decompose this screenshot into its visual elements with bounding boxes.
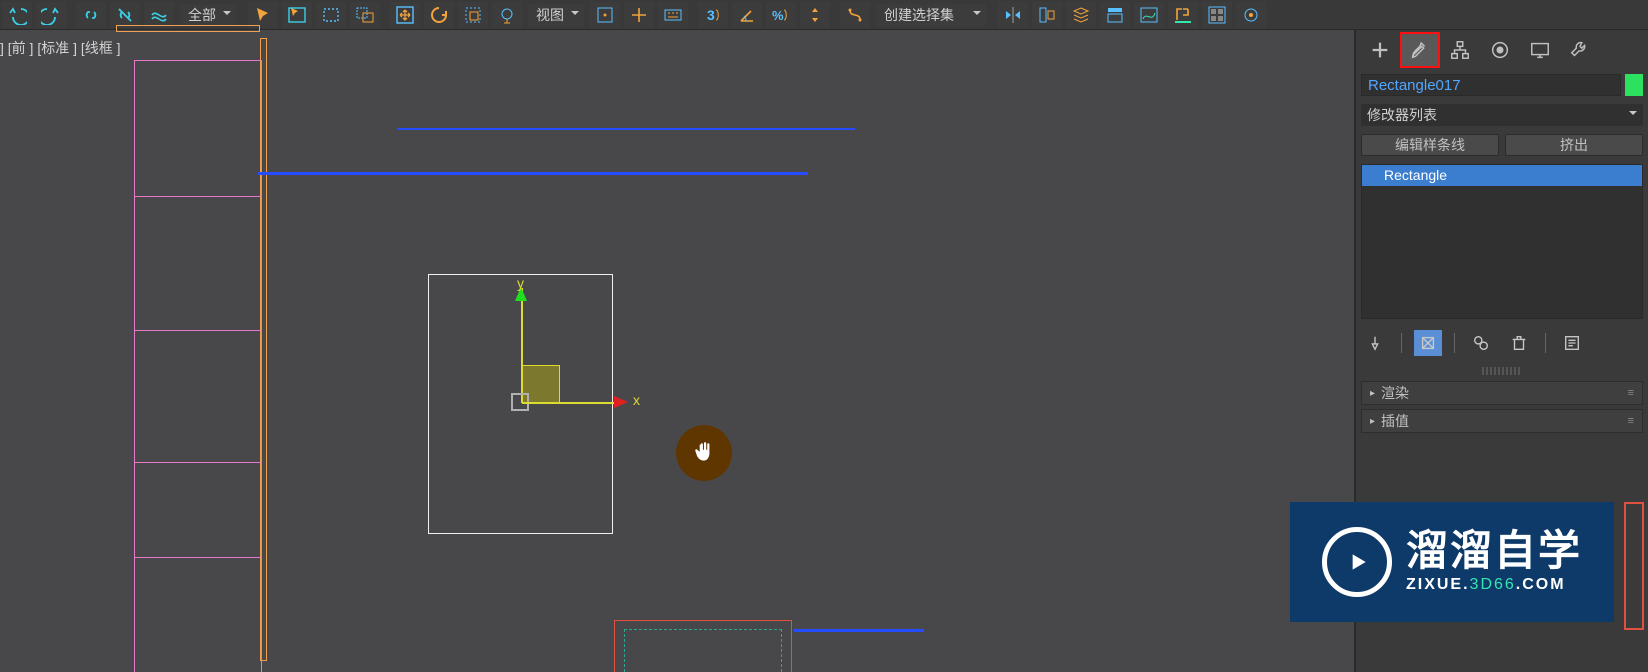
pan-cursor-icon [676,425,732,481]
window-crossing-button[interactable] [350,2,380,28]
edit-spline-button[interactable]: 编辑样条线 [1361,134,1499,156]
rollout-interpolation-label: 插值 [1381,411,1409,431]
rotate-button[interactable] [424,2,454,28]
keyboard-shortcut-button[interactable] [658,2,688,28]
rollout-render[interactable]: ▸ 渲染 ≡ [1361,381,1643,405]
display-tab[interactable] [1521,33,1559,67]
rollout-interpolation[interactable]: ▸ 插值 ≡ [1361,409,1643,433]
scene-object-blue2 [258,172,808,175]
object-color-swatch[interactable] [1625,74,1643,96]
viewport-label: ] [前 ] [标准 ] [线框 ] [0,38,121,58]
modifier-stack[interactable]: Rectangle [1361,164,1643,319]
modify-tab[interactable] [1401,33,1439,67]
percent-snap-button[interactable]: % [766,2,796,28]
scene-object-orange-top [116,25,260,32]
pin-stack-button[interactable] [1361,330,1389,356]
watermark: 溜溜自学 ZIXUE.3D66.COM [1290,502,1614,622]
redo-button[interactable] [36,2,66,28]
chevron-right-icon: ▸ [1370,416,1375,427]
selection-filter-dropdown[interactable]: 全部 [180,4,236,26]
chevron-right-icon: ▸ [1370,388,1375,399]
watermark-title: 溜溜自学 [1406,530,1582,572]
object-name-row: Rectangle017 [1356,70,1648,100]
mirror-button[interactable] [998,2,1028,28]
make-unique-button[interactable] [1467,330,1495,356]
ref-coord-label: 视图 [536,5,564,25]
object-name-input[interactable]: Rectangle017 [1361,74,1621,96]
modifier-list-dropdown[interactable]: 修改器列表 [1361,104,1643,126]
ribbon-toggle-button[interactable] [1100,2,1130,28]
modifier-quick-row: 编辑样条线 挤出 [1361,134,1643,156]
schematic-view-button[interactable] [1168,2,1198,28]
hierarchy-tab[interactable] [1441,33,1479,67]
render-setup-button[interactable] [1236,2,1266,28]
snap-toggle-button[interactable]: 3 [698,2,728,28]
bind-space-warp-button[interactable] [144,2,174,28]
rollout-render-label: 渲染 [1381,383,1409,403]
scale-button[interactable] [458,2,488,28]
manipulate-button[interactable] [624,2,654,28]
transform-gizmo[interactable]: y x [510,280,650,420]
rectangle-select-button[interactable] [316,2,346,28]
curve-editor-button[interactable] [1134,2,1164,28]
stack-tool-row [1361,329,1643,357]
gizmo-y-label: y [517,275,524,291]
play-icon [1322,527,1392,597]
command-panel-tabs [1356,30,1648,70]
gizmo-x-arrow[interactable] [614,396,634,408]
spinner-snap-button[interactable] [800,2,830,28]
named-set-dropdown[interactable]: 创建选择集 [876,4,986,26]
rollout-menu-icon: ≡ [1628,387,1634,399]
named-set-launch-button[interactable] [840,2,870,28]
svg-text:3: 3 [707,7,715,23]
select-by-name-button[interactable] [282,2,312,28]
viewport-front[interactable]: ] [前 ] [标准 ] [线框 ] y x [0,30,1354,672]
pivot-button[interactable] [590,2,620,28]
watermark-url: ZIXUE.3D66.COM [1406,576,1566,594]
scene-object-blue-bottom [794,629,924,632]
selection-filter-label: 全部 [188,5,216,25]
material-editor-button[interactable] [1202,2,1232,28]
remove-modifier-button[interactable] [1505,330,1533,356]
unlink-button[interactable] [110,2,140,28]
create-tab[interactable] [1361,33,1399,67]
scene-object-blue1 [397,128,855,130]
scene-object-teal-bottom [624,629,782,672]
rollout-menu-icon: ≡ [1628,415,1634,427]
panel-grip[interactable] [1482,367,1522,375]
undo-button[interactable] [2,2,32,28]
extrude-button[interactable]: 挤出 [1505,134,1643,156]
gizmo-x-axis[interactable] [522,402,622,404]
modifier-list-label: 修改器列表 [1367,105,1437,125]
align-button[interactable] [1032,2,1062,28]
scene-object-ladder [134,60,262,672]
gizmo-x-label: x [633,392,640,408]
scene-annotation-red [1624,502,1644,630]
angle-snap-button[interactable] [732,2,762,28]
show-end-result-button[interactable] [1414,330,1442,356]
named-set-label: 创建选择集 [884,5,954,25]
move-button[interactable] [390,2,420,28]
configure-sets-button[interactable] [1558,330,1586,356]
motion-tab[interactable] [1481,33,1519,67]
ref-coord-dropdown[interactable]: 视图 [528,4,584,26]
select-object-button[interactable] [248,2,278,28]
stack-item-rectangle[interactable]: Rectangle [1362,165,1642,186]
layers-button[interactable] [1066,2,1096,28]
svg-text:%: % [772,8,784,23]
placement-button[interactable] [492,2,522,28]
utilities-tab[interactable] [1561,33,1599,67]
link-button[interactable] [76,2,106,28]
